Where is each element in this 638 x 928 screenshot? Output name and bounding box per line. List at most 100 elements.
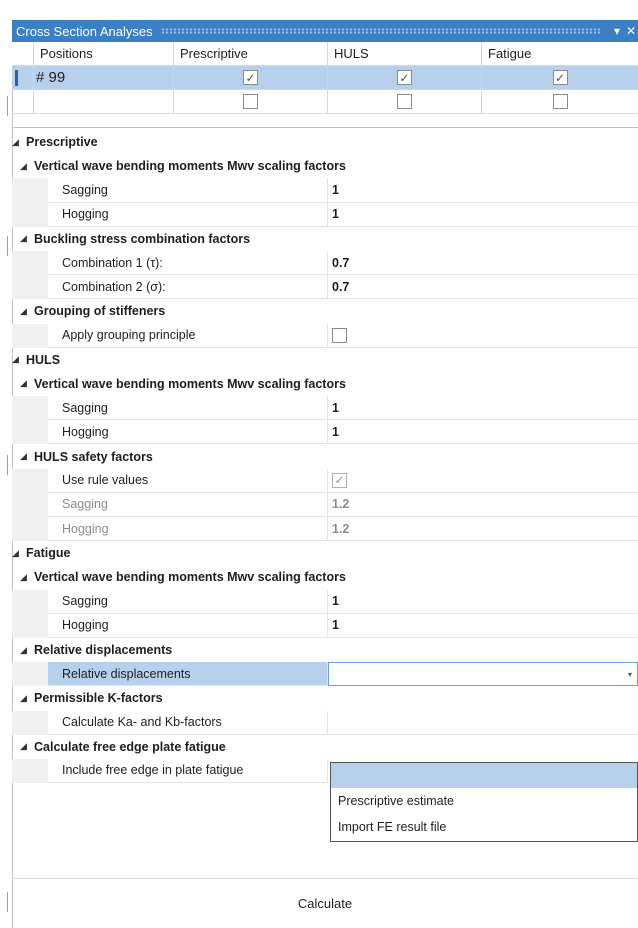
subcategory-label: Buckling stress combination factors xyxy=(34,231,251,246)
panel-title: Cross Section Analyses xyxy=(16,23,153,39)
row-selector[interactable] xyxy=(12,66,34,89)
column-header-positions[interactable]: Positions xyxy=(34,42,174,65)
drag-grip[interactable] xyxy=(160,28,602,34)
property-value: 1.2 xyxy=(328,517,638,542)
prescriptive-cell[interactable] xyxy=(174,90,328,113)
huls-checkbox[interactable]: ✓ xyxy=(397,70,412,85)
collapse-arrow-icon[interactable]: ◢ xyxy=(20,161,30,172)
property-value[interactable]: ✓ xyxy=(328,469,638,493)
property-value[interactable] xyxy=(328,324,638,348)
collapse-arrow-icon[interactable]: ◢ xyxy=(20,306,30,317)
category-label: Prescriptive xyxy=(26,135,98,150)
category-fatigue[interactable]: ◢ Fatigue xyxy=(12,541,638,565)
prescriptive-cell[interactable]: ✓ xyxy=(174,66,328,89)
collapse-arrow-icon[interactable]: ◢ xyxy=(20,233,30,244)
property-sagging-disabled: Sagging 1.2 xyxy=(12,492,638,517)
category-prescriptive[interactable]: ◢ Prescriptive xyxy=(12,130,638,154)
collapse-arrow-icon[interactable]: ◢ xyxy=(20,572,30,583)
collapse-arrow-icon[interactable]: ◢ xyxy=(20,451,30,462)
category-label: Fatigue xyxy=(26,546,71,561)
collapse-arrow-icon[interactable]: ◢ xyxy=(12,137,22,148)
fatigue-cell[interactable]: ✓ xyxy=(482,66,638,89)
dropdown-option-empty[interactable] xyxy=(331,763,637,788)
relative-displacements-select[interactable] xyxy=(328,662,638,687)
property-value[interactable]: 1 xyxy=(328,614,638,638)
calculate-button[interactable]: Calculate xyxy=(12,878,638,928)
subcategory-label: Permissible K-factors xyxy=(34,691,163,706)
property-sagging[interactable]: Sagging 1 xyxy=(12,396,638,421)
property-relative-displacements[interactable]: Relative displacements ▾ xyxy=(12,662,638,687)
property-combination-1[interactable]: Combination 1 (τ): 0.7 xyxy=(12,250,638,276)
prescriptive-checkbox[interactable] xyxy=(243,94,258,109)
property-name: Combination 2 (σ): xyxy=(48,275,328,300)
property-combination-2[interactable]: Combination 2 (σ): 0.7 xyxy=(12,275,638,300)
subcategory-mwv[interactable]: ◢ Vertical wave bending moments Mwv scali… xyxy=(12,372,638,396)
property-hogging-disabled: Hogging 1.2 xyxy=(12,517,638,542)
fatigue-checkbox[interactable]: ✓ xyxy=(552,70,568,85)
table-row-new[interactable] xyxy=(12,90,638,114)
collapse-arrow-icon[interactable]: ◢ xyxy=(20,741,30,752)
fatigue-cell[interactable] xyxy=(482,90,638,113)
column-header-fatigue[interactable]: Fatigue xyxy=(482,42,638,65)
huls-checkbox[interactable] xyxy=(397,94,412,109)
collapse-arrow-icon[interactable]: ◢ xyxy=(20,693,30,704)
window-edge-mark xyxy=(7,236,8,256)
subcategory-grouping[interactable]: ◢ Grouping of stiffeners xyxy=(12,299,638,323)
collapse-arrow-icon[interactable]: ◢ xyxy=(12,548,22,559)
column-header-huls[interactable]: HULS xyxy=(328,42,482,65)
apply-grouping-checkbox[interactable] xyxy=(332,327,347,343)
dropdown-arrow-icon[interactable]: ▾ xyxy=(622,662,638,686)
property-name: Sagging xyxy=(48,396,328,421)
subcategory-label: Vertical wave bending moments Mwv scalin… xyxy=(34,159,346,174)
fatigue-checkbox[interactable] xyxy=(552,94,568,109)
subcategory-mwv[interactable]: ◢ Vertical wave bending moments Mwv scali… xyxy=(12,565,638,589)
table-row[interactable]: # 99 ✓ ✓ ✓ xyxy=(12,66,638,90)
property-value[interactable]: 1 xyxy=(328,203,638,227)
property-calculate-k-factors[interactable]: Calculate Ka- and Kb-factors xyxy=(12,710,638,735)
use-rule-values-checkbox[interactable]: ✓ xyxy=(332,472,347,488)
property-sagging[interactable]: Sagging 1 xyxy=(12,178,638,203)
position-id[interactable]: # 99 xyxy=(34,66,174,89)
property-hogging[interactable]: Hogging 1 xyxy=(12,613,638,638)
dropdown-arrow-icon[interactable]: ▾ xyxy=(610,20,624,42)
property-value[interactable]: 0.7 xyxy=(328,275,638,300)
collapse-arrow-icon[interactable]: ◢ xyxy=(20,645,30,656)
property-value[interactable]: 1 xyxy=(328,420,638,445)
positions-grid: Positions Prescriptive HULS Fatigue # 99… xyxy=(12,42,638,114)
property-grid: ◢ Prescriptive ◢ Vertical wave bending mom… xyxy=(12,130,638,784)
property-name: Hogging xyxy=(48,517,328,542)
prescriptive-checkbox[interactable]: ✓ xyxy=(243,70,258,85)
row-current-marker xyxy=(15,69,18,86)
property-value[interactable]: 1 xyxy=(328,178,638,203)
subcategory-huls-safety[interactable]: ◢ HULS safety factors xyxy=(12,444,638,468)
property-value[interactable]: 0.7 xyxy=(328,251,638,276)
property-hogging[interactable]: Hogging 1 xyxy=(12,420,638,445)
column-header-prescriptive[interactable]: Prescriptive xyxy=(174,42,328,65)
category-huls[interactable]: ◢ HULS xyxy=(12,348,638,372)
huls-cell[interactable] xyxy=(328,90,482,113)
subcategory-label: Grouping of stiffeners xyxy=(34,304,166,319)
subcategory-relative-displacements[interactable]: ◢ Relative displacements xyxy=(12,638,638,662)
collapse-arrow-icon[interactable]: ◢ xyxy=(12,354,22,365)
property-value[interactable]: 1 xyxy=(328,396,638,421)
property-value[interactable]: 1 xyxy=(328,590,638,614)
subcategory-buckling[interactable]: ◢ Buckling stress combination factors xyxy=(12,227,638,251)
relative-displacements-dropdown: Prescriptive estimate Import FE result f… xyxy=(330,762,638,842)
huls-cell[interactable]: ✓ xyxy=(328,66,482,89)
collapse-arrow-icon[interactable]: ◢ xyxy=(20,378,30,389)
window-edge-mark xyxy=(7,892,8,912)
property-sagging[interactable]: Sagging 1 xyxy=(12,589,638,614)
dropdown-option-import-fe[interactable]: Import FE result file xyxy=(331,814,637,840)
property-apply-grouping[interactable]: Apply grouping principle xyxy=(12,323,638,348)
close-icon[interactable]: ✕ xyxy=(624,20,638,42)
subcategory-free-edge[interactable]: ◢ Calculate free edge plate fatigue xyxy=(12,735,638,759)
property-hogging[interactable]: Hogging 1 xyxy=(12,202,638,227)
position-id[interactable] xyxy=(34,90,174,113)
subcategory-mwv[interactable]: ◢ Vertical wave bending moments Mwv scali… xyxy=(12,154,638,178)
dropdown-option-prescriptive-estimate[interactable]: Prescriptive estimate xyxy=(331,788,637,814)
property-value[interactable] xyxy=(328,711,638,735)
subcategory-k-factors[interactable]: ◢ Permissible K-factors xyxy=(12,686,638,710)
property-use-rule-values[interactable]: Use rule values ✓ xyxy=(12,468,638,493)
row-selector[interactable] xyxy=(12,90,34,113)
panel-title-bar[interactable]: Cross Section Analyses ▾ ✕ xyxy=(12,20,638,42)
